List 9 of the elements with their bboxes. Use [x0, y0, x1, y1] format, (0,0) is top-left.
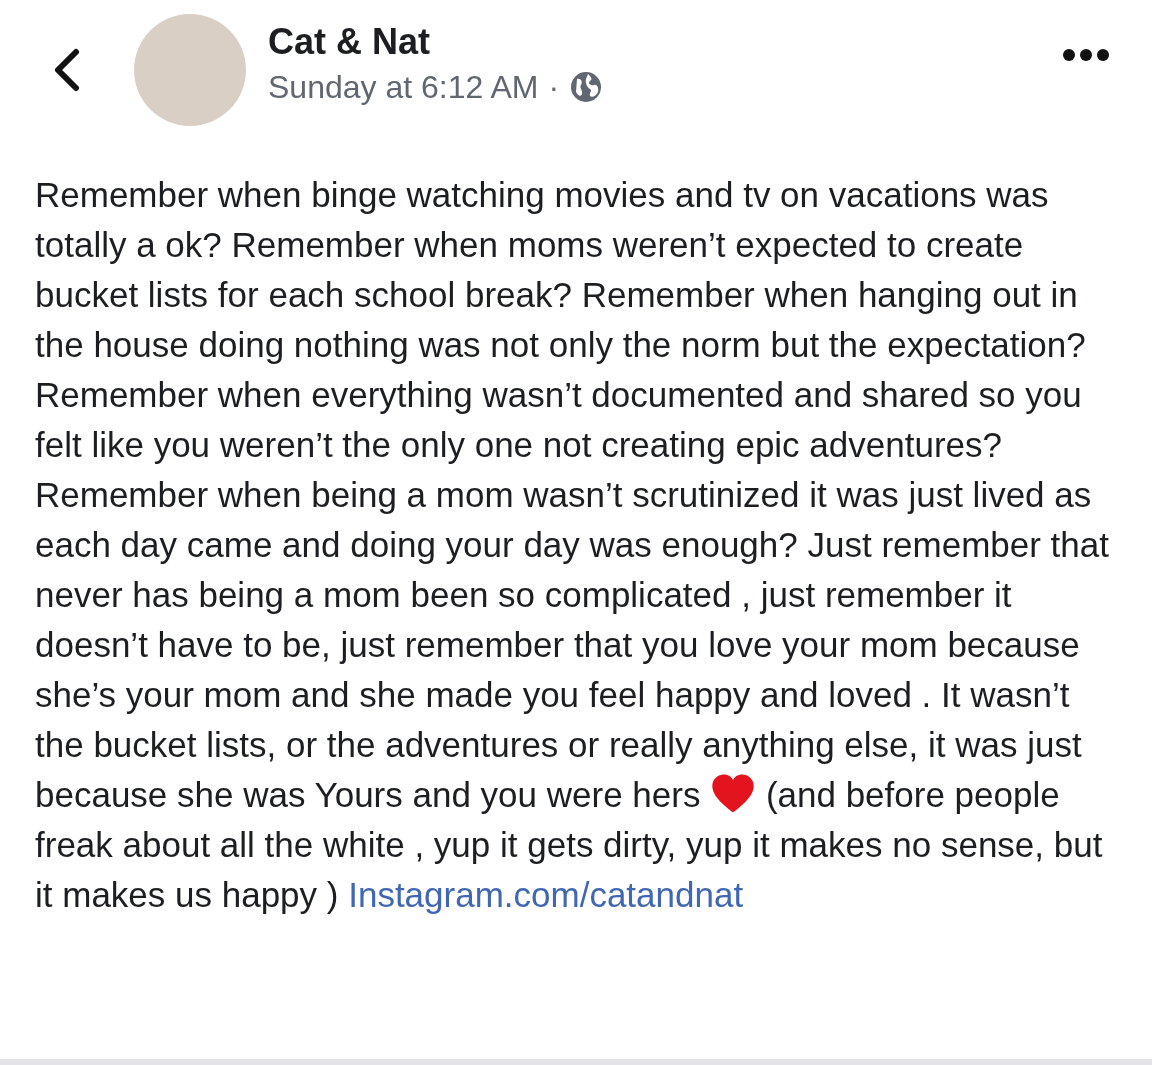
back-icon[interactable] — [52, 48, 82, 92]
separator-dot: · — [548, 68, 560, 106]
globe-icon — [569, 70, 604, 104]
post-time: Sunday at 6:12 AM — [268, 68, 539, 106]
heart-icon — [710, 773, 757, 815]
instagram-link[interactable]: Instagram.com/catandnat — [348, 875, 744, 914]
more-icon[interactable] — [1062, 48, 1110, 62]
post-text: Remember when binge watching movies and tv on vacations was totally a ok? Remember when moms weren’t expected to create bucket lists for each school break? Remember when hanging out in the house doing nothing was not only the norm but the expectation? Remember when everything wasn’t documented and shared so you felt like you weren’t the only one not creating epic adventures? Remember when being a mom wasn’t scrutinized it was just lived as each day came and doing your day was enough? Just remember that never has being a mom been so complicated , just remember it doesn’t have to be, just remember that you love your mom because she’s your mom and she made you feel happy and loved . It wasn’t the bucket lists, or the adventures or really anything else, it was just because she was Yours and you were hers (and before people freak about all the white , yup it gets dirty, yup it makes no sense, but it makes us happy ) Instagram.com/catandnat — [35, 174, 1110, 916]
page-name[interactable]: Cat & Nat — [268, 20, 1062, 63]
